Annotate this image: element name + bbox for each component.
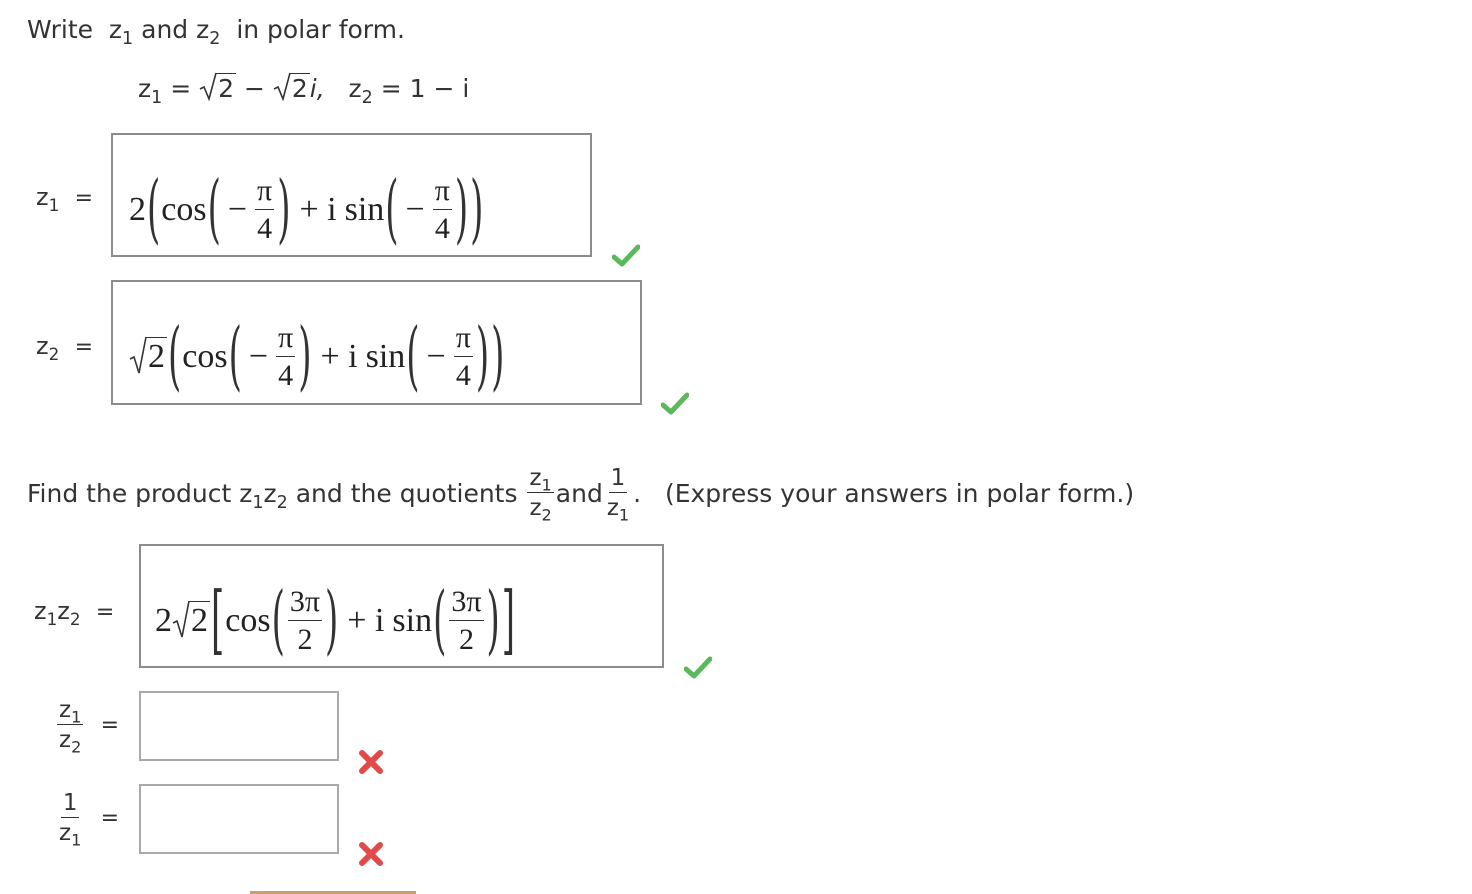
reciprocal-answer-label: 1 z1 = [59,790,120,850]
given-values: z1 = 2 − 2 i, z2 = 1 − i [138,72,470,109]
check-icon [684,656,712,679]
quotient-answer-label: z1 z2 = [57,697,120,757]
z2-answer-value: 2 ( cos ( − π4 ) + i sin ( − π4 )) [129,313,505,401]
sqrt-coefficient: 2 [129,336,167,376]
reciprocal-fraction: 1 z1 [606,465,630,525]
quotient-answer-field[interactable] [139,691,339,761]
sqrt-two-i: 2 [273,72,310,103]
part2-prompt: Find the product z1z2 and the quotients … [27,465,1135,525]
check-icon [661,392,689,415]
x-icon [359,842,383,866]
z2-symbol: z2 [196,15,221,50]
z1-symbol: z1 [108,15,134,50]
sqrt-coefficient: 2 [172,600,210,640]
sqrt-two: 2 [199,72,237,103]
product-answer-label: z1z2 = [34,597,115,629]
z1-answer-field[interactable]: 2 ( cos ( − π4 ) + i sin ( − π4 )) [111,133,592,257]
z1-answer-value: 2 ( cos ( − π4 ) + i sin ( − π4 )) [129,165,484,254]
reciprocal-answer-field[interactable] [139,784,339,854]
z1-answer-label: z1 = [36,183,93,215]
product-answer-value: 2 2 [ cos ( 3π 2 ) + i sin ( 3π 2 )] [155,576,516,665]
x-icon [359,750,383,774]
problem-prompt: Write z1 and z2 in polar form. [27,15,405,50]
z2-answer-field[interactable]: 2 ( cos ( − π4 ) + i sin ( − π4 )) [111,280,642,405]
product-answer-field[interactable]: 2 2 [ cos ( 3π 2 ) + i sin ( 3π 2 )] [139,544,664,668]
quotient-fraction: z1 z2 [527,465,554,525]
z2-answer-label: z2 = [36,332,93,364]
check-icon [612,244,640,267]
